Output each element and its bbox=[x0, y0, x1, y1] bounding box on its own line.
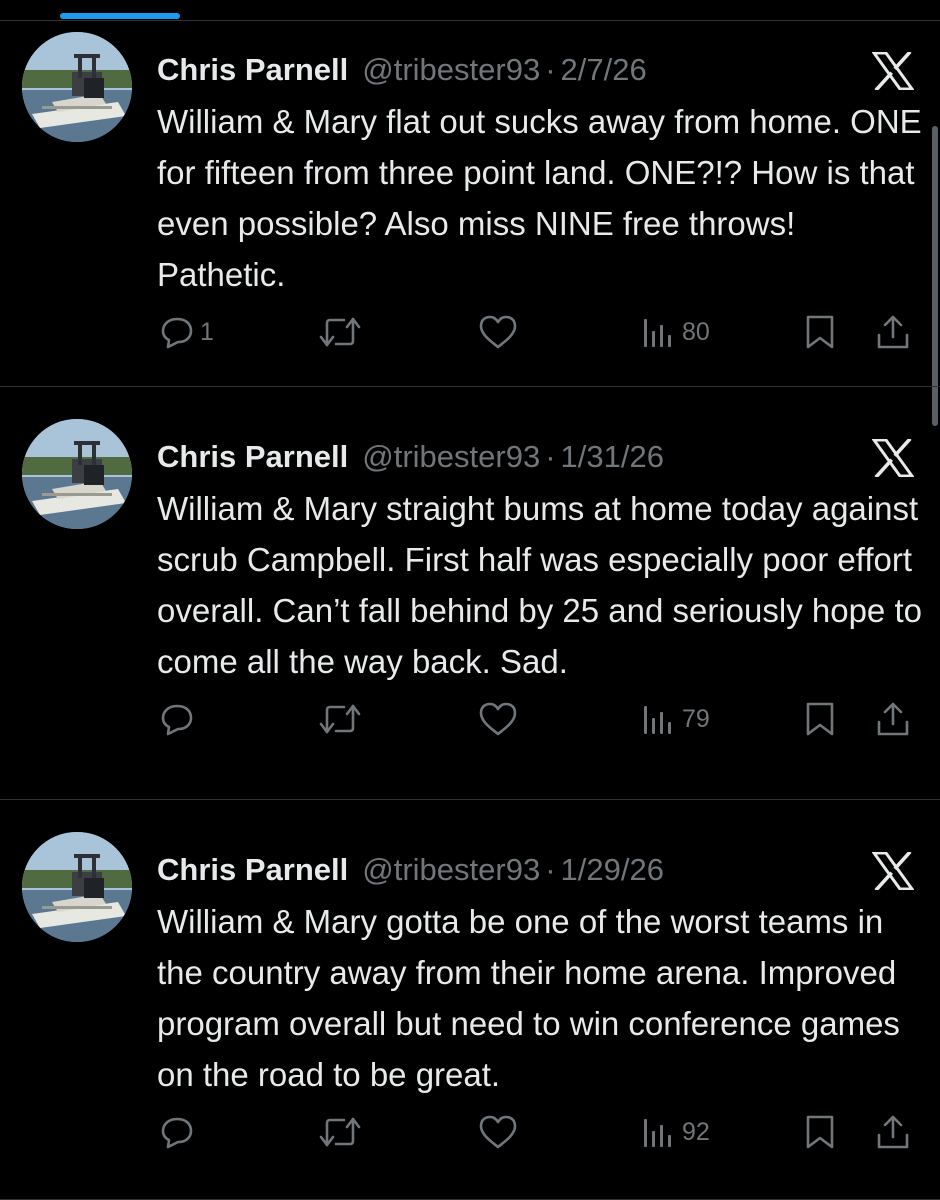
reply-button[interactable] bbox=[160, 699, 200, 739]
avatar[interactable] bbox=[22, 832, 132, 942]
like-button[interactable] bbox=[478, 699, 518, 739]
reply-icon bbox=[161, 1117, 193, 1149]
x-logo-icon bbox=[871, 850, 915, 892]
share-icon bbox=[877, 1115, 909, 1149]
tweet-header: Chris Parnell @tribester93 · 1/31/26 bbox=[157, 437, 664, 477]
author-name[interactable]: Chris Parnell bbox=[157, 50, 348, 90]
avatar[interactable] bbox=[22, 419, 132, 529]
tweet-header: Chris Parnell @tribester93 · 1/29/26 bbox=[157, 850, 664, 890]
views-icon bbox=[644, 706, 671, 734]
like-button[interactable] bbox=[478, 1112, 518, 1152]
views-button[interactable]: 92 bbox=[640, 1112, 710, 1152]
bookmark-icon bbox=[806, 702, 834, 736]
views-button[interactable]: 80 bbox=[640, 312, 710, 352]
like-button[interactable] bbox=[478, 312, 518, 352]
separator-dot: · bbox=[545, 852, 556, 887]
x-logo-icon bbox=[871, 437, 915, 479]
repost-button[interactable] bbox=[318, 1112, 362, 1152]
tweet-text: William & Mary flat out sucks away from … bbox=[157, 103, 922, 293]
share-icon bbox=[877, 702, 909, 736]
views-count: 80 bbox=[682, 318, 710, 346]
views-count: 79 bbox=[682, 705, 710, 733]
views-icon bbox=[644, 319, 671, 347]
reply-icon bbox=[161, 317, 193, 349]
views-button[interactable]: 79 bbox=[640, 699, 710, 739]
views-icon bbox=[644, 1119, 671, 1147]
author-name[interactable]: Chris Parnell bbox=[157, 437, 348, 477]
author-name[interactable]: Chris Parnell bbox=[157, 850, 348, 890]
action-bar: 1 80 bbox=[0, 312, 940, 352]
tweet-header: Chris Parnell @tribester93 · 2/7/26 bbox=[157, 50, 647, 90]
boat-photo-icon bbox=[22, 32, 132, 142]
x-logo-icon bbox=[871, 50, 915, 92]
views-count: 92 bbox=[682, 1118, 710, 1146]
tweet-text: William & Mary gotta be one of the worst… bbox=[157, 903, 900, 1093]
repost-button[interactable] bbox=[318, 312, 362, 352]
tweet-text: William & Mary straight bums at home tod… bbox=[157, 490, 922, 680]
share-icon bbox=[877, 315, 909, 349]
action-bar: 92 bbox=[0, 1112, 940, 1152]
tweet[interactable]: Chris Parnell @tribester93 · 1/31/26 Wil… bbox=[0, 387, 940, 800]
repost-icon bbox=[319, 1117, 361, 1147]
like-icon bbox=[479, 702, 517, 736]
reply-button[interactable]: 1 bbox=[160, 312, 214, 352]
separator-dot: · bbox=[545, 52, 556, 87]
tweet-date[interactable]: 1/29/26 bbox=[561, 850, 664, 890]
bookmark-icon bbox=[806, 315, 834, 349]
avatar[interactable] bbox=[22, 32, 132, 142]
author-handle[interactable]: @tribester93 bbox=[362, 437, 540, 477]
tweet[interactable]: Chris Parnell @tribester93 · 2/7/26 Will… bbox=[0, 0, 940, 387]
separator-dot: · bbox=[545, 439, 556, 474]
reply-count: 1 bbox=[200, 318, 214, 346]
bookmark-button[interactable] bbox=[803, 699, 837, 739]
tweet[interactable]: Chris Parnell @tribester93 · 1/29/26 Wil… bbox=[0, 800, 940, 1200]
boat-photo-icon bbox=[22, 419, 132, 529]
bookmark-icon bbox=[806, 1115, 834, 1149]
action-bar: 79 bbox=[0, 699, 940, 739]
reply-icon bbox=[161, 704, 193, 736]
tweet-date[interactable]: 2/7/26 bbox=[561, 50, 647, 90]
reply-button[interactable] bbox=[160, 1112, 200, 1152]
boat-photo-icon bbox=[22, 832, 132, 942]
tweet-date[interactable]: 1/31/26 bbox=[561, 437, 664, 477]
repost-button[interactable] bbox=[318, 699, 362, 739]
share-button[interactable] bbox=[874, 1112, 912, 1152]
repost-icon bbox=[319, 704, 361, 734]
repost-icon bbox=[319, 317, 361, 347]
author-handle[interactable]: @tribester93 bbox=[362, 850, 540, 890]
share-button[interactable] bbox=[874, 699, 912, 739]
author-handle[interactable]: @tribester93 bbox=[362, 50, 540, 90]
like-icon bbox=[479, 315, 517, 349]
bookmark-button[interactable] bbox=[803, 1112, 837, 1152]
bookmark-button[interactable] bbox=[803, 312, 837, 352]
share-button[interactable] bbox=[874, 312, 912, 352]
like-icon bbox=[479, 1115, 517, 1149]
